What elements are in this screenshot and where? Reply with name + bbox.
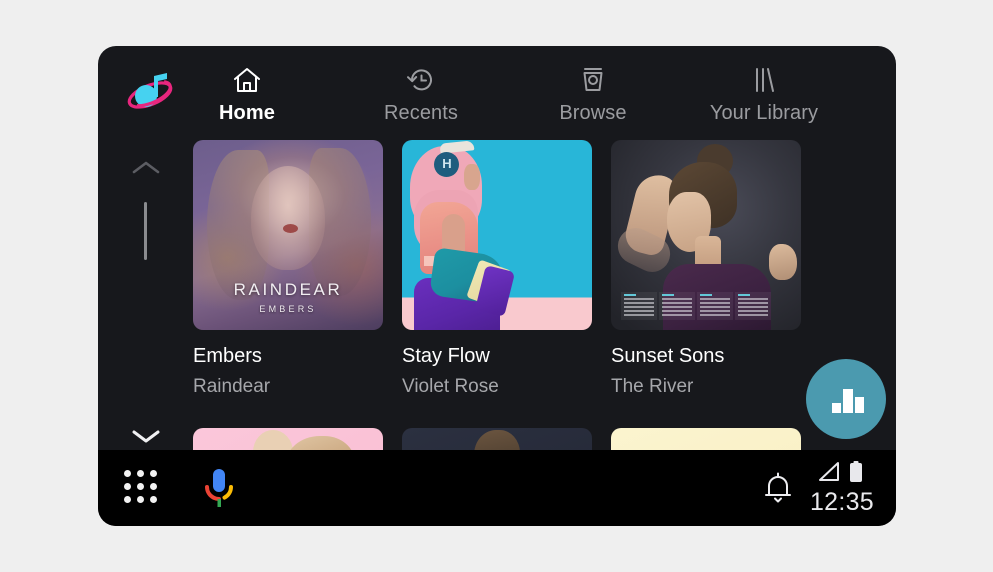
assistant-mic-icon[interactable]: [198, 466, 240, 510]
album-card[interactable]: Sunset Sons The River: [611, 140, 801, 398]
status-clock: 12:35: [809, 488, 874, 516]
album-art-pink[interactable]: [193, 428, 383, 452]
nav-item-browse[interactable]: Browse: [503, 64, 683, 125]
album-art-stayflow[interactable]: H: [402, 140, 592, 330]
browse-cup-icon: [503, 64, 683, 96]
status-icons: [754, 460, 874, 484]
album-title: Sunset Sons: [611, 345, 725, 367]
album-artist: Raindear: [193, 376, 271, 397]
art-headphone-letter: H: [442, 156, 452, 171]
album-card[interactable]: [193, 428, 383, 452]
art-text-block: [659, 292, 695, 320]
nav-item-home[interactable]: Home: [157, 64, 337, 125]
album-card[interactable]: [611, 428, 801, 452]
nav-item-recents[interactable]: Recents: [331, 64, 511, 125]
scrollbar[interactable]: [124, 136, 168, 466]
history-clock-icon: [331, 64, 511, 96]
equalizer-fab[interactable]: [806, 359, 886, 439]
top-navigation-bar: Home Recents Browse Your Library: [98, 46, 896, 132]
album-artist: Violet Rose: [402, 376, 499, 397]
album-card[interactable]: RAINDEAR EMBERS Embers Raindear: [193, 140, 383, 398]
scroll-up-chevron-icon[interactable]: [129, 158, 163, 178]
art-text-block: [735, 292, 771, 320]
album-title: Stay Flow: [402, 345, 490, 367]
album-card[interactable]: [402, 428, 592, 452]
library-books-icon: [674, 64, 854, 96]
art-shape: [474, 430, 520, 452]
album-art-embers[interactable]: RAINDEAR EMBERS: [193, 140, 383, 330]
nav-label-browse: Browse: [559, 102, 627, 124]
album-grid: RAINDEAR EMBERS Embers Raindear H Stay F…: [193, 140, 896, 452]
home-icon: [157, 64, 337, 96]
nav-label-home: Home: [219, 102, 275, 124]
album-art-sunset[interactable]: [611, 140, 801, 330]
art-face: [251, 166, 325, 270]
art-text-block: [697, 292, 733, 320]
album-title: Embers: [193, 345, 262, 367]
album-artist: The River: [611, 376, 694, 397]
status-cluster: 12:35: [754, 460, 874, 517]
nav-label-recents: Recents: [383, 102, 459, 124]
scrollbar-thumb[interactable]: [144, 202, 147, 260]
album-art-brand-text: RAINDEAR: [233, 280, 343, 299]
nav-label-library: Your Library: [709, 102, 819, 124]
apps-grid-icon[interactable]: [124, 470, 160, 506]
art-shape: [253, 430, 293, 452]
album-art-navy[interactable]: [402, 428, 592, 452]
nav-item-library[interactable]: Your Library: [674, 64, 854, 125]
art-text-block: [621, 292, 657, 320]
scroll-down-chevron-icon[interactable]: [129, 426, 163, 446]
system-status-bar: 12:35: [98, 450, 896, 526]
art-hand-right: [769, 244, 797, 280]
art-face: [464, 164, 480, 190]
art-lips: [283, 224, 298, 233]
album-card[interactable]: H Stay Flow Violet Rose: [402, 140, 592, 398]
album-art-sub-text: EMBERS: [259, 304, 317, 314]
album-art-cream[interactable]: [611, 428, 801, 452]
